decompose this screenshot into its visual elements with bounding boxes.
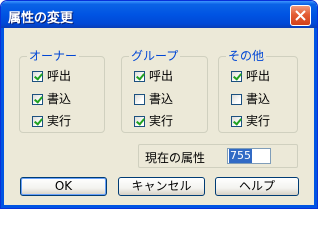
window-frame-bottom — [1, 205, 317, 208]
group-read-checkbox[interactable]: 呼出 — [134, 69, 173, 83]
group-owner: オーナー 呼出 書込 実行 — [19, 49, 105, 133]
checkbox-box[interactable] — [231, 70, 242, 82]
group-write-checkbox[interactable]: 書込 — [134, 92, 173, 106]
checkbox-box[interactable] — [134, 70, 145, 82]
checkbox-label: 実行 — [47, 114, 72, 128]
checkbox-label: 実行 — [246, 114, 271, 128]
change-attributes-dialog: 属性の変更 オーナー 呼出 書込 実行 グループ 呼出 書込 実行 その他 呼出… — [0, 0, 318, 209]
checkbox-label: 実行 — [149, 114, 174, 128]
group-group: グループ 呼出 書込 実行 — [121, 49, 208, 133]
owner-read-checkbox[interactable]: 呼出 — [32, 69, 71, 83]
ok-button[interactable]: OK — [20, 177, 107, 196]
other-read-checkbox[interactable]: 呼出 — [231, 69, 270, 83]
dialog-title: 属性の変更 — [8, 11, 74, 26]
checkbox-box[interactable] — [231, 93, 242, 105]
checkbox-box[interactable] — [134, 115, 145, 127]
checkbox-label: 呼出 — [47, 69, 72, 83]
group-other-label: その他 — [226, 49, 267, 63]
help-button[interactable]: ヘルプ — [215, 177, 299, 196]
owner-write-checkbox[interactable]: 書込 — [32, 92, 71, 106]
owner-execute-checkbox[interactable]: 実行 — [32, 114, 71, 128]
window-frame-left — [1, 28, 4, 208]
checkbox-box[interactable] — [134, 93, 145, 105]
checkbox-box[interactable] — [32, 93, 43, 105]
group-execute-checkbox[interactable]: 実行 — [134, 114, 173, 128]
current-attribute-label: 現在の属性 — [145, 151, 206, 165]
checkbox-label: 呼出 — [246, 69, 271, 83]
cancel-button[interactable]: キャンセル — [118, 177, 205, 196]
checkbox-box[interactable] — [32, 70, 43, 82]
group-group-label: グループ — [129, 49, 181, 63]
current-attribute-panel: 現在の属性 755 — [138, 144, 298, 168]
checkbox-label: 書込 — [47, 92, 72, 106]
current-attribute-input[interactable]: 755 — [227, 148, 271, 164]
checkbox-label: 呼出 — [149, 69, 174, 83]
close-icon — [295, 10, 306, 21]
other-write-checkbox[interactable]: 書込 — [231, 92, 270, 106]
window-frame-right — [314, 28, 317, 208]
checkbox-box[interactable] — [231, 115, 242, 127]
current-attribute-value: 755 — [229, 149, 252, 163]
other-execute-checkbox[interactable]: 実行 — [231, 114, 270, 128]
checkbox-label: 書込 — [246, 92, 271, 106]
checkbox-label: 書込 — [149, 92, 174, 106]
checkbox-box[interactable] — [32, 115, 43, 127]
group-other: その他 呼出 書込 実行 — [218, 49, 298, 133]
title-bar[interactable]: 属性の変更 — [1, 1, 317, 28]
close-button[interactable] — [290, 5, 311, 26]
group-owner-label: オーナー — [27, 49, 80, 63]
